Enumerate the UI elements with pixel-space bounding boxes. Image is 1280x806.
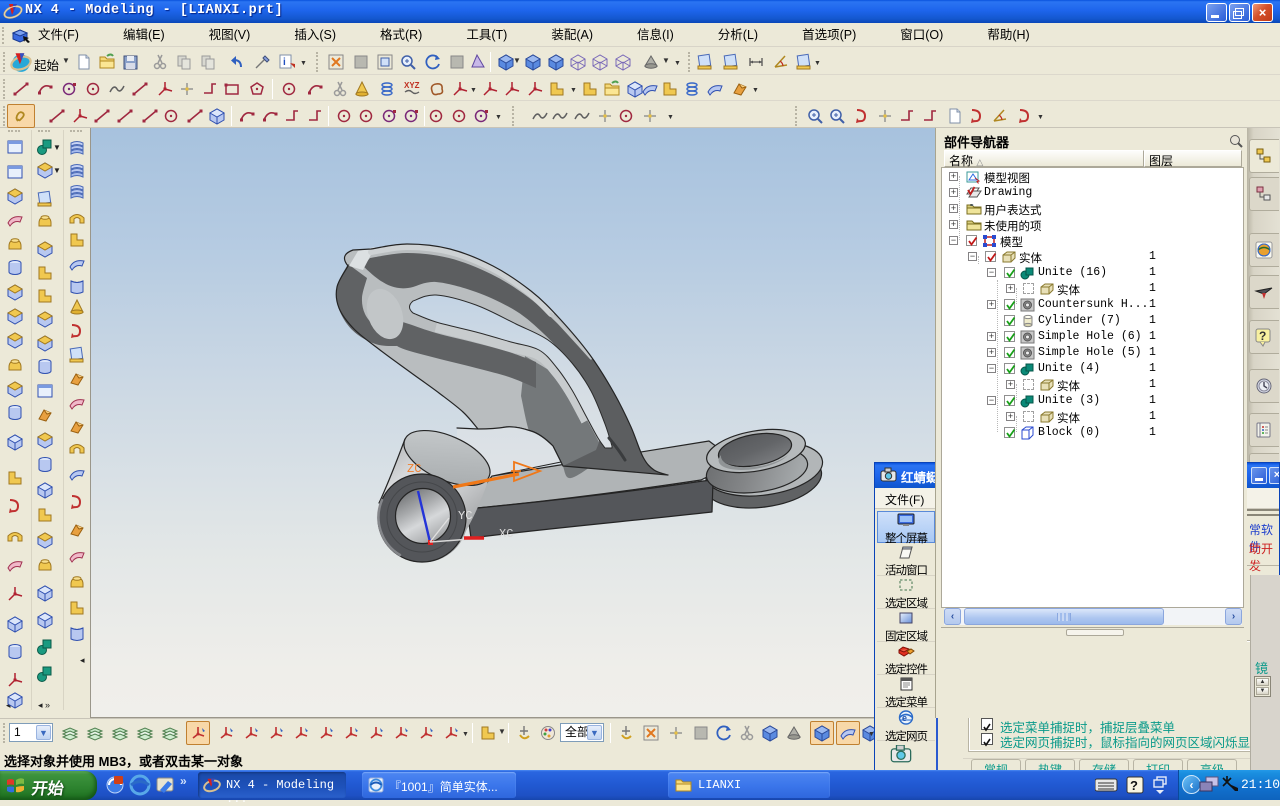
svg-text:e: e xyxy=(902,713,907,723)
svg-text:XC: XC xyxy=(499,527,513,541)
svg-text:?: ? xyxy=(1130,778,1138,793)
svg-text:=: = xyxy=(970,203,974,209)
svg-text:ZC: ZC xyxy=(407,462,421,476)
svg-text:?: ? xyxy=(1259,329,1266,343)
svg-text:YC: YC xyxy=(458,509,472,523)
